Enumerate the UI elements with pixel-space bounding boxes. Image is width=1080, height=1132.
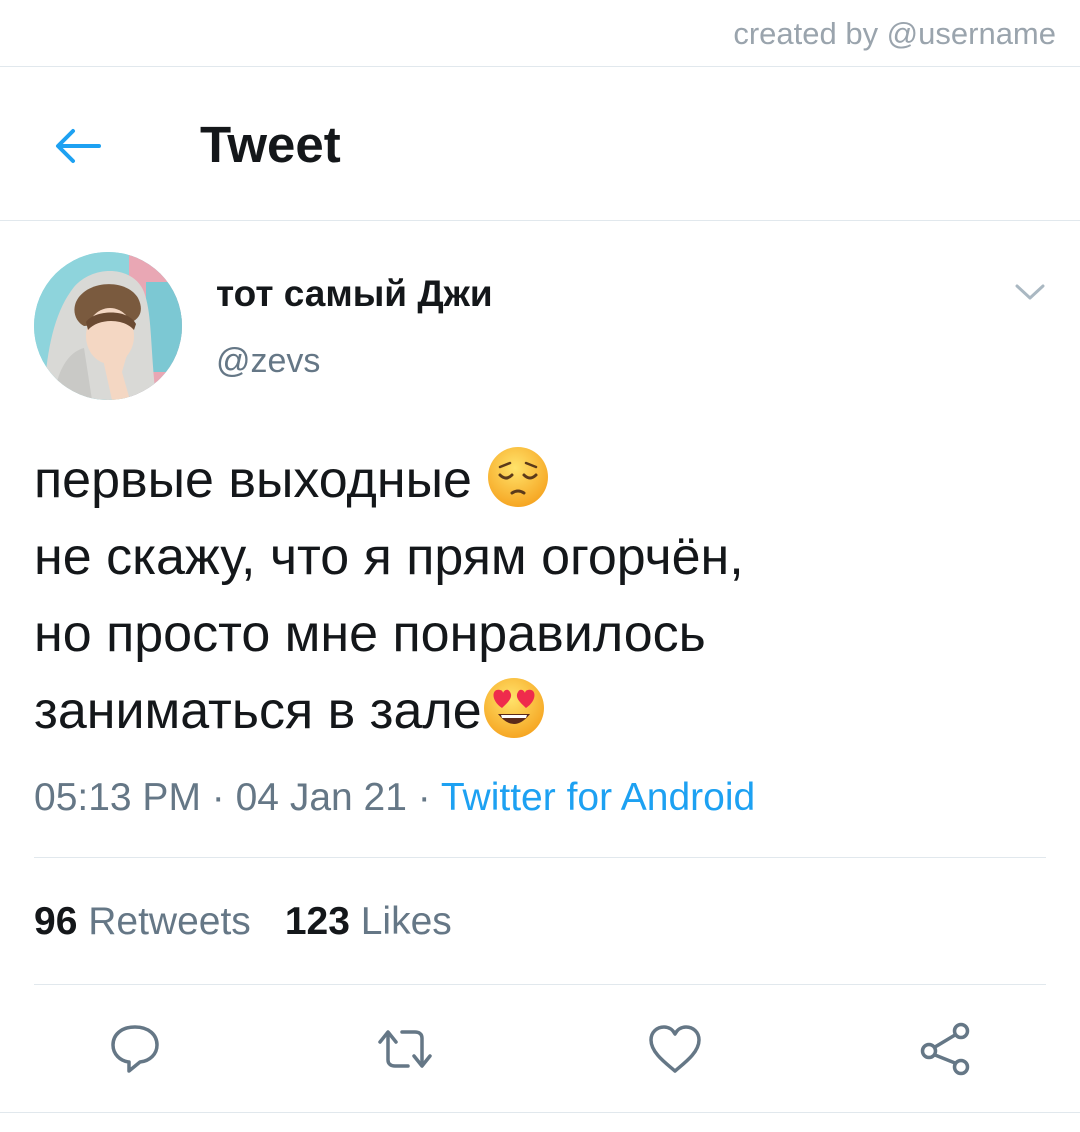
reply-button[interactable] xyxy=(100,1014,170,1084)
tweet-stats: 96 Retweets 123 Likes xyxy=(34,898,452,946)
share-icon xyxy=(920,1022,970,1076)
tweet-text: первые выходные не скажу, что я прям ого… xyxy=(34,442,1044,750)
back-button[interactable] xyxy=(48,116,108,176)
arrow-left-icon xyxy=(56,129,101,163)
share-button[interactable] xyxy=(910,1014,980,1084)
tweet-line: не скажу, что я прям огорчён, xyxy=(34,528,744,586)
retweet-button[interactable] xyxy=(370,1014,440,1084)
retweet-icon xyxy=(378,1030,432,1068)
tweet-time: 05:13 PM xyxy=(34,776,201,819)
action-bar xyxy=(0,1014,1080,1084)
tweet-source-link[interactable]: Twitter for Android xyxy=(441,776,755,819)
heart-eyes-face-icon xyxy=(483,678,544,738)
reply-icon xyxy=(111,1025,159,1073)
likes-stat[interactable]: 123 Likes xyxy=(285,898,452,946)
stats-divider xyxy=(34,984,1046,985)
tweet-meta: 05:13 PM · 04 Jan 21 · Twitter for Andro… xyxy=(34,774,755,822)
more-options-button[interactable] xyxy=(1010,276,1050,308)
likes-count: 123 xyxy=(284,900,350,943)
tweet-line: первые выходные xyxy=(34,442,1044,519)
heart-icon xyxy=(649,1025,701,1073)
meta-divider xyxy=(34,857,1046,858)
retweets-count: 96 xyxy=(34,900,78,943)
like-button[interactable] xyxy=(640,1014,710,1084)
meta-separator: · xyxy=(200,776,236,819)
page-title: Tweet xyxy=(200,116,341,173)
avatar[interactable] xyxy=(34,252,182,400)
likes-label: Likes xyxy=(360,900,452,943)
tweet-line: заниматься в зале xyxy=(34,673,1044,750)
tweet-date: 04 Jan 21 xyxy=(235,776,407,819)
chevron-down-icon xyxy=(1015,284,1045,300)
header: Tweet xyxy=(0,68,1080,220)
user-handle[interactable]: @zevs xyxy=(216,340,320,382)
top-divider xyxy=(0,66,1080,67)
header-divider xyxy=(0,220,1080,221)
tweet-line: но просто мне понравилось xyxy=(34,605,706,663)
retweets-label: Retweets xyxy=(88,900,251,943)
retweets-stat[interactable]: 96 Retweets xyxy=(34,898,251,946)
watermark: created by @username xyxy=(733,16,1056,51)
display-name[interactable]: тот самый Джи xyxy=(216,272,493,316)
meta-separator: · xyxy=(406,776,441,819)
bottom-divider xyxy=(0,1112,1080,1113)
pensive-face-icon xyxy=(488,447,549,507)
